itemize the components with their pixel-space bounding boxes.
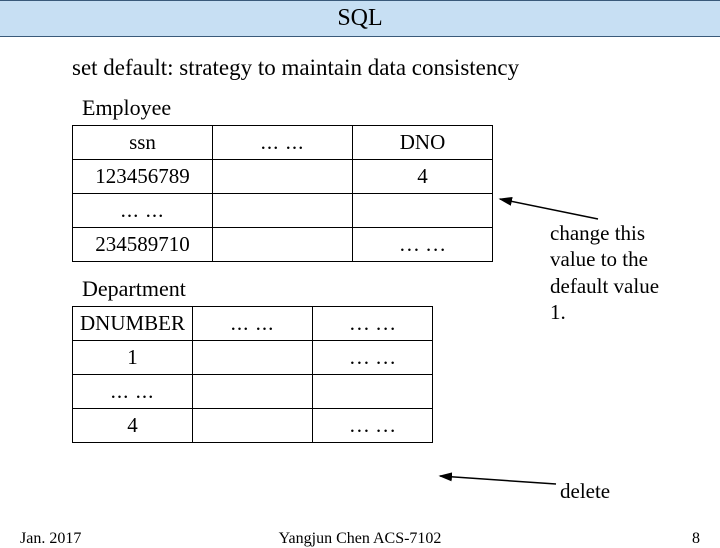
cell: … … <box>313 341 433 375</box>
table-row: ... ... <box>73 194 493 228</box>
cell <box>213 160 353 194</box>
slide-title: SQL <box>337 5 382 31</box>
slide-header: SQL <box>0 0 720 37</box>
cell <box>193 375 313 409</box>
col-right: … … <box>313 307 433 341</box>
col-mid: ... ... <box>193 307 313 341</box>
table-row: DNUMBER ... ... … … <box>73 307 433 341</box>
annotation-delete: delete <box>560 478 610 504</box>
cell: 1 <box>73 341 193 375</box>
col-dnumber: DNUMBER <box>73 307 193 341</box>
cell <box>213 228 353 262</box>
table-row: ssn ... ... DNO <box>73 126 493 160</box>
cell: 234589710 <box>73 228 213 262</box>
cell: 4 <box>353 160 493 194</box>
cell: 123456789 <box>73 160 213 194</box>
cell: … … <box>313 409 433 443</box>
table-row: 4 … … <box>73 409 433 443</box>
col-ssn: ssn <box>73 126 213 160</box>
cell <box>193 409 313 443</box>
cell <box>193 341 313 375</box>
employee-label: Employee <box>82 95 680 121</box>
table-row: 123456789 4 <box>73 160 493 194</box>
cell: ... ... <box>73 194 213 228</box>
cell <box>313 375 433 409</box>
table-row: ... ... <box>73 375 433 409</box>
cell: 4 <box>73 409 193 443</box>
subtitle: set default: strategy to maintain data c… <box>72 55 680 81</box>
cell <box>353 194 493 228</box>
footer-page: 8 <box>692 530 700 548</box>
footer-center: Yangjun Chen ACS-7102 <box>0 530 720 548</box>
col-dno: DNO <box>353 126 493 160</box>
table-row: 234589710 … … <box>73 228 493 262</box>
table-row: 1 … … <box>73 341 433 375</box>
annotation-change: change this value to the default value 1… <box>550 220 659 325</box>
cell <box>213 194 353 228</box>
employee-table: ssn ... ... DNO 123456789 4 ... ... 2345… <box>72 125 493 262</box>
cell: ... ... <box>73 375 193 409</box>
department-table: DNUMBER ... ... … … 1 … … ... ... 4 … … <box>72 306 433 443</box>
col-mid: ... ... <box>213 126 353 160</box>
cell: … … <box>353 228 493 262</box>
